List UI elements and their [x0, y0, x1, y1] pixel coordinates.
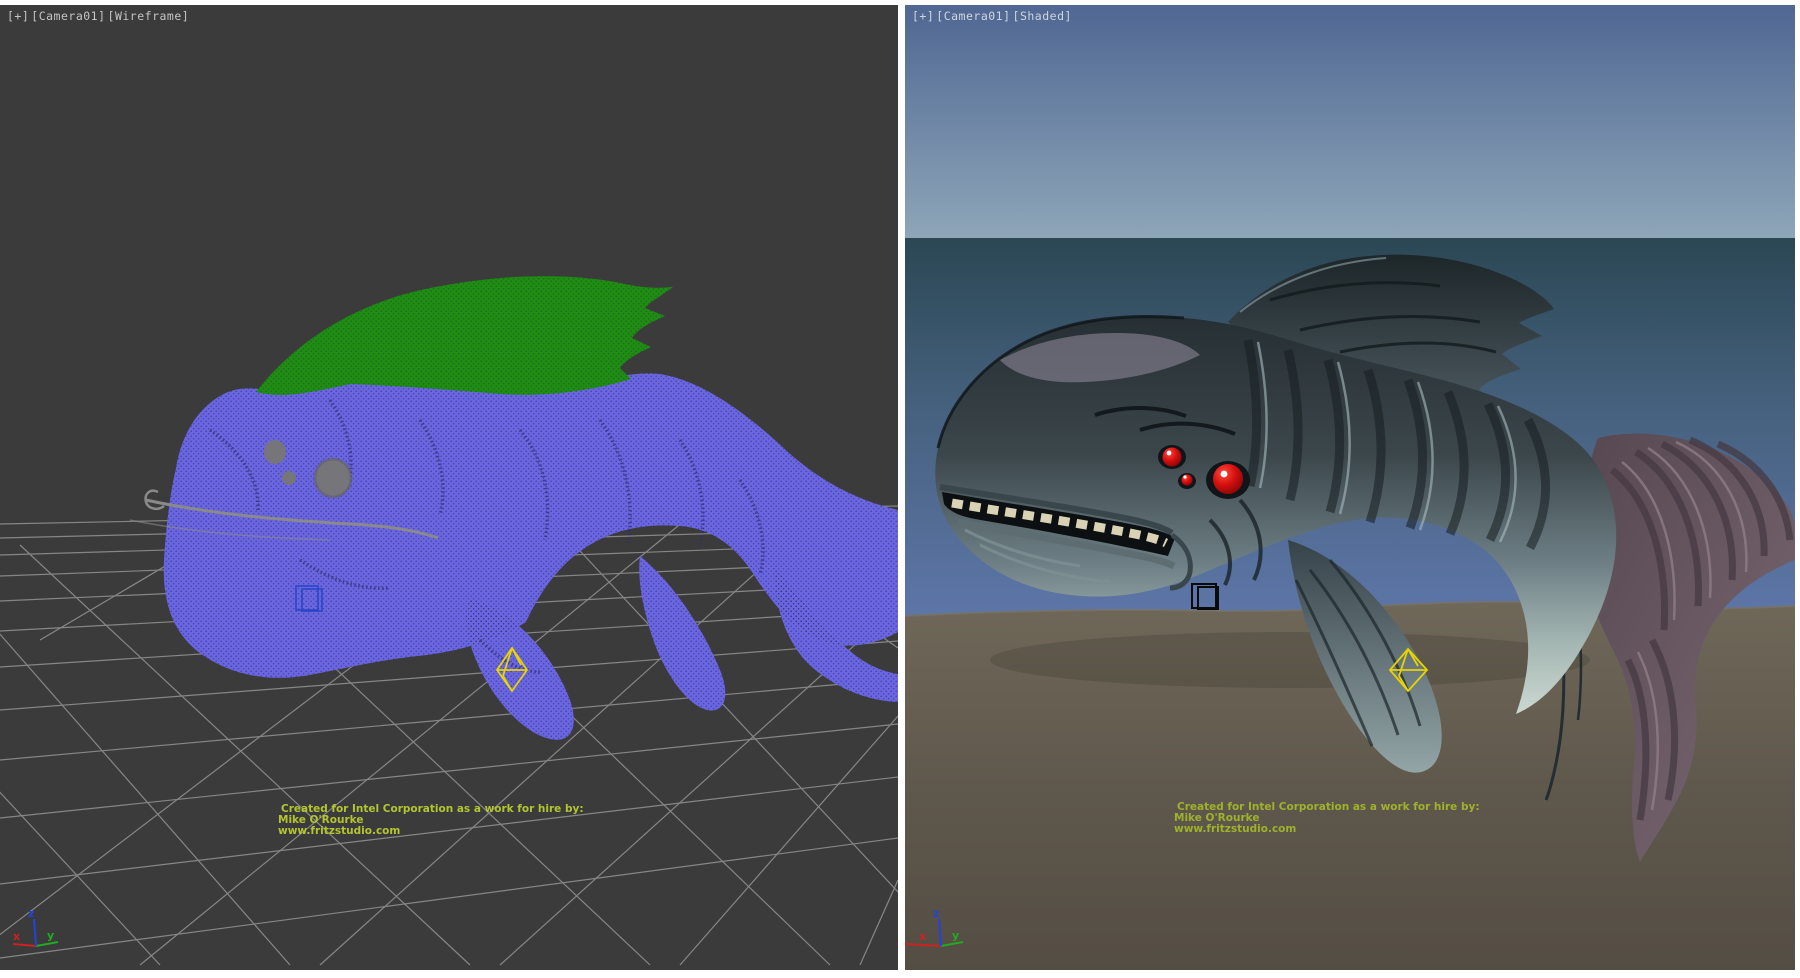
viewport-canvas-shaded[interactable]: Created for Intel Corporation as a work …	[905, 5, 1795, 970]
eye-left-red	[1163, 448, 1182, 467]
viewport-menu-pov[interactable]: [Camera01]	[936, 9, 1010, 23]
viewport-wireframe[interactable]: Created for Intel Corporation as a work …	[0, 5, 898, 970]
viewport-menu-pov[interactable]: [Camera01]	[31, 9, 105, 23]
viewport-menu-shading[interactable]: [Wireframe]	[108, 9, 190, 23]
sky-background	[905, 5, 1795, 238]
axis-y-label: y	[952, 929, 959, 942]
viewport-menu-general[interactable]: [+]	[7, 9, 29, 23]
viewport-menu-shading[interactable]: [Shaded]	[1013, 9, 1072, 23]
eye-small-red	[1182, 475, 1193, 486]
axis-z-label: z	[28, 907, 34, 920]
axis-z-label: z	[933, 907, 939, 920]
fish-ground-shadow	[990, 632, 1590, 688]
dual-viewport-screen: Created for Intel Corporation as a work …	[0, 0, 1800, 978]
axis-y-label: y	[47, 929, 54, 942]
viewport-label-wireframe: [+][Camera01][Wireframe]	[7, 9, 191, 23]
viewport-shaded[interactable]: Created for Intel Corporation as a work …	[905, 5, 1795, 970]
credit-line-3: www.fritzstudio.com	[278, 825, 400, 837]
axis-x-label: x	[13, 930, 20, 943]
viewport-canvas-wireframe[interactable]: Created for Intel Corporation as a work …	[0, 5, 898, 970]
eye-main-red	[1213, 464, 1243, 494]
credit-line-3: www.fritzstudio.com	[1174, 823, 1296, 835]
viewport-menu-general[interactable]: [+]	[912, 9, 934, 23]
viewport-label-shaded: [+][Camera01][Shaded]	[912, 9, 1074, 23]
axis-x-label: x	[919, 930, 926, 943]
